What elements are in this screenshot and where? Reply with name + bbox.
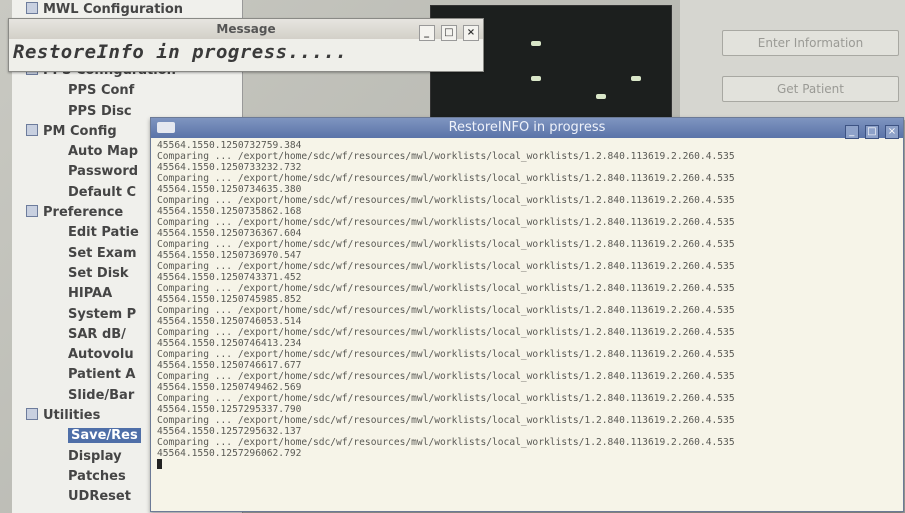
log-line: Comparing ... /export/home/sdc/wf/resour…	[157, 173, 735, 184]
tree-item-label: PM Config	[43, 123, 117, 139]
tree-item[interactable]: Display	[68, 449, 122, 464]
tree-item[interactable]: Set Exam	[68, 246, 137, 261]
tree-item-label: Set Exam	[68, 245, 137, 261]
log-line: Comparing ... /export/home/sdc/wf/resour…	[157, 217, 735, 228]
close-icon[interactable]: ×	[463, 25, 479, 41]
tree-item-label: PPS Disc	[68, 103, 132, 119]
tree-item-label: PPS Conf	[68, 83, 135, 99]
log-line: 45564.1550.1250735862.168	[157, 206, 302, 217]
tree-item[interactable]: Slide/Bar	[68, 388, 134, 403]
text-cursor-icon	[157, 459, 162, 469]
maximize-icon[interactable]: □	[864, 125, 879, 139]
tree-item-label: Password	[68, 164, 139, 180]
log-line: 45564.1550.1250746413.234	[157, 338, 302, 349]
tree-item-label: SAR dB/	[68, 326, 126, 342]
tree-item[interactable]: Default C	[68, 185, 136, 200]
tree-item-label: Edit Patie	[68, 225, 139, 241]
tree-item[interactable]: Utilities	[26, 408, 100, 423]
minimize-icon[interactable]: _	[844, 125, 859, 139]
tree-item[interactable]: Patches	[68, 469, 126, 484]
log-line: 45564.1550.1250736970.547	[157, 250, 302, 261]
log-line: 45564.1550.1250732759.384	[157, 140, 302, 151]
tree-item-label: Set Disk	[68, 265, 129, 281]
tree-item[interactable]: PM Config	[26, 123, 117, 139]
log-line: 45564.1550.1250745985.852	[157, 294, 302, 305]
background-panel	[680, 0, 905, 120]
collapse-toggle-icon[interactable]	[26, 123, 38, 136]
log-line: Comparing ... /export/home/sdc/wf/resour…	[157, 327, 735, 338]
message-dialog: Message _ □ × RestoreInfo in progress...…	[8, 18, 484, 72]
tree-item[interactable]: Save/Res	[68, 428, 141, 444]
tree-item[interactable]: UDReset	[68, 489, 131, 504]
log-line: 45564.1550.1250734635.380	[157, 184, 302, 195]
log-prompt	[157, 459, 899, 471]
tree-item-label: Default C	[68, 184, 137, 200]
log-line: 45564.1550.1257296062.792	[157, 448, 302, 459]
tree-item-label: Patient A	[68, 367, 136, 383]
log-line: Comparing ... /export/home/sdc/wf/resour…	[157, 437, 735, 448]
tree-item[interactable]: Patient A	[68, 367, 136, 382]
tree-item[interactable]: Password	[68, 164, 138, 179]
collapse-toggle-icon[interactable]	[26, 408, 38, 420]
log-line: Comparing ... /export/home/sdc/wf/resour…	[157, 195, 735, 206]
tree-item[interactable]: Preference	[26, 205, 123, 220]
tree-item-label: Auto Map	[68, 144, 139, 160]
tree-item-label: Display	[68, 448, 122, 464]
dialog-message: RestoreInfo in progress.....	[13, 41, 348, 63]
close-icon[interactable]: ×	[885, 125, 899, 139]
log-line: 45564.1550.1250746053.514	[157, 316, 302, 327]
log-line: Comparing ... /export/home/sdc/wf/resour…	[157, 349, 735, 360]
log-line: Comparing ... /export/home/sdc/wf/resour…	[157, 393, 735, 404]
log-line: Comparing ... /export/home/sdc/wf/resour…	[157, 283, 735, 294]
log-line: 45564.1550.1257295632.137	[157, 426, 302, 437]
tree-item[interactable]: MWL Configuration	[26, 2, 183, 17]
tree-item-label: MWL Configuration	[43, 2, 184, 17]
tree-item-label: Utilities	[43, 408, 101, 423]
log-line: 45564.1550.1250736367.604	[157, 228, 302, 239]
log-line: Comparing ... /export/home/sdc/wf/resour…	[157, 261, 735, 272]
tree-item[interactable]: System P	[68, 307, 136, 322]
collapse-toggle-icon[interactable]	[26, 205, 38, 217]
tree-item[interactable]: Edit Patie	[68, 225, 139, 240]
tree-item-label: Patches	[68, 468, 126, 484]
log-line: Comparing ... /export/home/sdc/wf/resour…	[157, 239, 735, 250]
enter-information-button[interactable]: Enter Information	[722, 30, 899, 56]
tree-item-label: HIPAA	[68, 286, 113, 302]
log-line: Comparing ... /export/home/sdc/wf/resour…	[157, 415, 735, 426]
log-line: Comparing ... /export/home/sdc/wf/resour…	[157, 371, 735, 382]
tree-item-label: Preference	[43, 205, 124, 220]
log-line: 45564.1550.1250746617.677	[157, 360, 302, 371]
tree-item[interactable]: Set Disk	[68, 266, 129, 281]
log-line: 45564.1550.1257295337.790	[157, 404, 302, 415]
tree-item-label: UDReset	[68, 489, 131, 505]
dialog-titlebar[interactable]: Message _ □ ×	[9, 19, 483, 41]
get-patient-button[interactable]: Get Patient	[722, 76, 899, 102]
collapse-toggle-icon[interactable]	[26, 2, 38, 14]
dialog-title: Message	[216, 22, 276, 36]
window-titlebar[interactable]: RestoreINFO in progress _ □ ×	[151, 118, 903, 139]
log-line: Comparing ... /export/home/sdc/wf/resour…	[157, 151, 735, 162]
tree-item-label: Save/Res	[71, 428, 138, 444]
log-line: 45564.1550.1250743371.452	[157, 272, 302, 283]
tree-item[interactable]: PPS Conf	[68, 83, 134, 98]
log-line: 45564.1550.1250749462.569	[157, 382, 302, 393]
tree-item[interactable]: SAR dB/	[68, 327, 126, 342]
restore-log[interactable]: 45564.1550.1250732759.384 Comparing ... /…	[157, 140, 899, 507]
tree-item-label: Slide/Bar	[68, 387, 135, 403]
tree-item-label: System P	[68, 306, 137, 322]
restore-info-window: RestoreINFO in progress _ □ × 45564.1550…	[150, 117, 904, 512]
tree-item[interactable]: Auto Map	[68, 144, 138, 159]
tree-item[interactable]: HIPAA	[68, 286, 112, 301]
window-menu-icon[interactable]	[157, 122, 175, 133]
tree-item[interactable]: PPS Disc	[68, 104, 132, 119]
minimize-icon[interactable]: _	[418, 25, 435, 41]
log-line: 45564.1550.1250733232.732	[157, 162, 302, 173]
maximize-icon[interactable]: □	[440, 25, 457, 41]
tree-item[interactable]: Autovolu	[68, 347, 134, 362]
window-title: RestoreINFO in progress	[448, 120, 606, 135]
tree-item-label: Autovolu	[68, 347, 134, 363]
log-line: Comparing ... /export/home/sdc/wf/resour…	[157, 305, 735, 316]
